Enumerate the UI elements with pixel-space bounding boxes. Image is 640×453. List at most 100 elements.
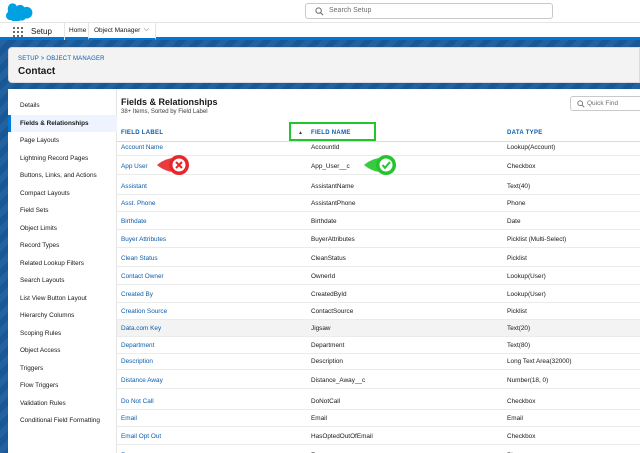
- app-navigation-bar: Setup Home Object Manager ⌵: [0, 23, 640, 40]
- data-type-cell: Checkbox: [507, 163, 536, 170]
- table-row: Distance Away Distance_Away__c Number(18, …: [117, 372, 640, 389]
- field-label-link[interactable]: Birthdate: [121, 218, 147, 225]
- table-row: Buyer Attributes BuyerAttributes Picklist …: [117, 231, 640, 248]
- sidebar-item[interactable]: Compact Layouts: [8, 185, 117, 202]
- field-name-cell: OwnerId: [311, 273, 336, 280]
- breadcrumb[interactable]: SETUP > OBJECT MANAGER: [18, 56, 105, 62]
- field-name-cell: Department: [311, 342, 345, 349]
- field-name-cell: Birthdate: [311, 218, 337, 225]
- table-row: Clean Status CleanStatus Picklist: [117, 250, 640, 267]
- field-label-link[interactable]: Description: [121, 358, 153, 365]
- field-label-link[interactable]: App User: [121, 163, 148, 170]
- search-placeholder: Search Setup: [329, 7, 372, 14]
- table-row: Created By CreatedById Lookup(User): [117, 286, 640, 303]
- object-sidebar: Details Fields & Relationships Page Layout…: [8, 89, 117, 453]
- data-type-cell: Lookup(Account): [507, 144, 556, 151]
- sidebar-item[interactable]: Page Layouts: [8, 132, 117, 149]
- field-name-cell: Jigsaw: [311, 325, 331, 332]
- field-label-link[interactable]: Buyer Attributes: [121, 236, 166, 243]
- table-row: FaxFaxPhone: [117, 447, 640, 453]
- search-icon: [315, 7, 324, 16]
- table-row: Data.com Key Jigsaw Text(20): [117, 320, 640, 337]
- sidebar-item[interactable]: Details: [8, 97, 117, 114]
- section-title: Fields & Relationships: [121, 97, 218, 107]
- fields-content: Fields & Relationships 38+ Items, Sorted…: [117, 89, 640, 453]
- field-name-cell: HasOptedOutOfEmail: [311, 433, 373, 440]
- column-header-data-type[interactable]: DATA TYPE: [507, 130, 543, 136]
- section-subtitle: 38+ Items, Sorted by Field Label: [121, 109, 208, 115]
- sidebar-item[interactable]: Fields & Relationships: [8, 115, 117, 132]
- table-row: Do Not Call DoNotCall Checkbox: [117, 393, 640, 410]
- object-page-header: SETUP > OBJECT MANAGER Contact: [8, 47, 640, 83]
- field-name-cell: AssistantPhone: [311, 200, 356, 207]
- sidebar-item[interactable]: Object Access: [8, 342, 117, 359]
- sidebar-item[interactable]: Flow Triggers: [8, 377, 117, 394]
- field-name-cell: AccountId: [311, 144, 340, 151]
- data-type-cell: Picklist (Multi-Select): [507, 236, 567, 243]
- data-type-cell: Phone: [507, 200, 526, 207]
- column-header-field-label[interactable]: FIELD LABEL: [121, 130, 163, 136]
- sidebar-item[interactable]: Conditional Field Formatting: [8, 412, 117, 429]
- field-name-cell: DoNotCall: [311, 398, 341, 405]
- data-type-cell: Long Text Area(32000): [507, 358, 572, 365]
- field-name-cell: Description: [311, 358, 343, 365]
- field-label-link[interactable]: Assistant: [121, 183, 147, 190]
- table-row: Birthdate Birthdate Date: [117, 213, 640, 230]
- main-panel: Details Fields & Relationships Page Layout…: [8, 89, 640, 453]
- data-type-cell: Email: [507, 415, 523, 422]
- sidebar-item[interactable]: Triggers: [8, 360, 117, 377]
- data-type-cell: Date: [507, 218, 521, 225]
- x-circle-icon: [157, 155, 189, 175]
- field-label-link[interactable]: Clean Status: [121, 255, 158, 262]
- field-name-cell: BuyerAttributes: [311, 236, 355, 243]
- field-label-link[interactable]: Data.com Key: [121, 325, 161, 332]
- nav-tab-object-manager-label: Object Manager: [94, 27, 141, 34]
- global-search-input[interactable]: Search Setup: [305, 3, 553, 19]
- table-row: Department Department Text(80): [117, 337, 640, 354]
- sidebar-item[interactable]: Scoping Rules: [8, 325, 117, 342]
- field-label-link[interactable]: Do Not Call: [121, 398, 154, 405]
- sidebar-item[interactable]: Validation Rules: [8, 395, 117, 412]
- chevron-down-icon[interactable]: ⌵: [144, 26, 149, 34]
- sidebar-item[interactable]: Object Limits: [8, 220, 117, 237]
- field-name-cell: CleanStatus: [311, 255, 346, 262]
- field-label-link[interactable]: Contact Owner: [121, 273, 164, 280]
- nav-tab-object-manager[interactable]: Object Manager ⌵: [88, 23, 156, 40]
- salesforce-cloud-logo[interactable]: [6, 2, 34, 21]
- sidebar-item[interactable]: Field Sets: [8, 202, 117, 219]
- page-title: Contact: [18, 66, 56, 77]
- sidebar-item[interactable]: Buttons, Links, and Actions: [8, 167, 117, 184]
- field-label-link[interactable]: Asst. Phone: [121, 200, 155, 207]
- table-row: Assistant AssistantName Text(40): [117, 178, 640, 195]
- sidebar-item[interactable]: Lightning Record Pages: [8, 150, 117, 167]
- sidebar-item[interactable]: List View Button Layout: [8, 290, 117, 307]
- field-name-cell: AssistantName: [311, 183, 354, 190]
- field-label-link[interactable]: Distance Away: [121, 377, 163, 384]
- sidebar-item[interactable]: Search Layouts: [8, 272, 117, 289]
- data-type-cell: Text(20): [507, 325, 531, 332]
- table-row: Email Opt Out HasOptedOutOfEmail Checkbox: [117, 428, 640, 445]
- data-type-cell: Lookup(User): [507, 273, 546, 280]
- search-icon: [577, 100, 585, 108]
- check-circle-icon: [364, 155, 396, 175]
- field-name-cell: ContactSource: [311, 308, 354, 315]
- quick-find-input[interactable]: Quick Find: [570, 96, 640, 111]
- sidebar-item[interactable]: Related Lookup Filters: [8, 255, 117, 272]
- field-name-cell: Distance_Away__c: [311, 377, 366, 384]
- field-label-link[interactable]: Created By: [121, 291, 153, 298]
- field-label-link[interactable]: Creation Source: [121, 308, 167, 315]
- app-name: Setup: [31, 27, 52, 36]
- sidebar-item[interactable]: Record Types: [8, 237, 117, 254]
- data-type-cell: Picklist: [507, 308, 527, 315]
- app-launcher-icon[interactable]: [13, 27, 23, 37]
- field-label-link[interactable]: Department: [121, 342, 154, 349]
- field-label-link[interactable]: Account Name: [121, 144, 163, 151]
- nav-tab-home[interactable]: Home: [64, 23, 90, 40]
- field-label-link[interactable]: Email: [121, 415, 137, 422]
- data-type-cell: Checkbox: [507, 398, 536, 405]
- data-type-cell: Picklist: [507, 255, 527, 262]
- data-type-cell: Checkbox: [507, 433, 536, 440]
- data-type-cell: Text(80): [507, 342, 531, 349]
- sidebar-item[interactable]: Hierarchy Columns: [8, 307, 117, 324]
- field-label-link[interactable]: Email Opt Out: [121, 433, 161, 440]
